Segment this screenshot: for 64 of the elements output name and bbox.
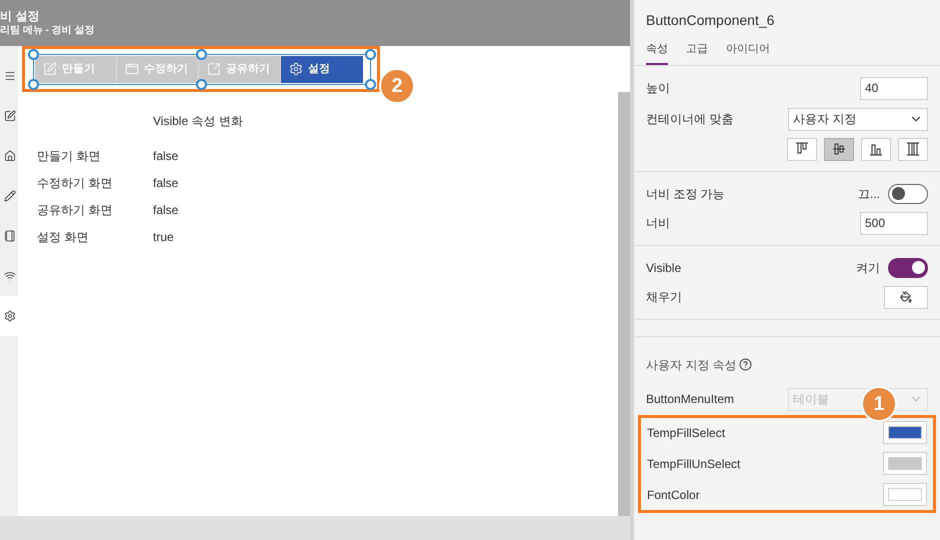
align-button[interactable] (898, 138, 928, 160)
toggle-state: 켜기 (856, 260, 880, 276)
home-icon (4, 150, 16, 162)
screen-title: 비 설정 (0, 10, 40, 22)
table-title: Visible 속성 변화 (153, 113, 243, 130)
align-icon (905, 141, 921, 157)
property-label: TempFillUnSelect (647, 456, 740, 472)
callout-badge: 2 (379, 68, 415, 104)
align-icon (831, 141, 847, 157)
paint-bucket-icon (900, 291, 912, 303)
pencil-icon (4, 190, 16, 202)
align-button[interactable] (787, 138, 817, 160)
resize-handle[interactable] (28, 78, 39, 90)
help-icon[interactable] (738, 358, 752, 371)
field-label: 높이 (646, 80, 670, 97)
color-picker[interactable] (883, 452, 927, 475)
row-label: 만들기 화면 (37, 148, 102, 164)
field-label: ButtonMenuItem (646, 391, 734, 408)
settings-icon (289, 62, 303, 76)
color-picker[interactable] (883, 483, 927, 506)
sidebar-item[interactable] (0, 296, 18, 336)
toggle-switch[interactable] (888, 184, 928, 204)
edit-icon (4, 110, 16, 122)
toggle-switch[interactable] (888, 258, 928, 278)
width-field[interactable]: 500 (860, 212, 928, 234)
settings-icon (4, 310, 16, 322)
menu-icon (4, 70, 16, 82)
breadcrumb: 리팀 메뉴 - 경비 설정 (0, 26, 96, 36)
resize-handle[interactable] (365, 78, 376, 90)
section-title: 사용자 지정 속성 (646, 356, 737, 374)
tab[interactable]: 속성 (646, 41, 668, 64)
row-label: 설정 화면 (37, 228, 90, 246)
row-value: false (153, 202, 178, 218)
resize-handle[interactable] (28, 48, 39, 60)
height-field[interactable]: 40 (860, 76, 928, 100)
property-label: TempFillSelect (647, 424, 726, 442)
notebook-icon (4, 230, 16, 242)
fill-button[interactable] (884, 286, 928, 308)
align-button[interactable] (824, 138, 854, 160)
component-name: ButtonComponent_6 (646, 11, 776, 30)
toggle-state: 끄... (858, 186, 880, 202)
fit-dropdown[interactable]: 사용자 지정 (788, 108, 928, 130)
align-button[interactable] (861, 138, 891, 160)
resize-handle[interactable] (365, 48, 376, 60)
window-icon (125, 62, 139, 76)
callout-badge: 1 (861, 386, 897, 422)
row-label: 공유하기 화면 (37, 202, 114, 218)
row-value: false (153, 174, 178, 192)
edit-icon (43, 62, 57, 76)
color-picker[interactable] (883, 421, 927, 444)
row-label: 수정하기 화면 (37, 174, 114, 192)
share-icon (207, 62, 221, 76)
field-label: 컨테이너에 맞춤 (646, 111, 734, 128)
menu-button[interactable]: 설정 (281, 56, 363, 82)
field-label: 너비 조정 가능 (646, 186, 725, 202)
field-label: 너비 (646, 215, 670, 232)
tab[interactable]: 아이디어 (726, 41, 770, 64)
tab[interactable]: 고급 (686, 41, 708, 64)
field-label: 채우기 (646, 289, 682, 306)
row-value: true (153, 228, 174, 246)
property-label: FontColor (647, 486, 700, 504)
field-label: Visible (646, 260, 682, 276)
row-value: false (153, 148, 178, 164)
scrollbar[interactable] (618, 92, 630, 516)
